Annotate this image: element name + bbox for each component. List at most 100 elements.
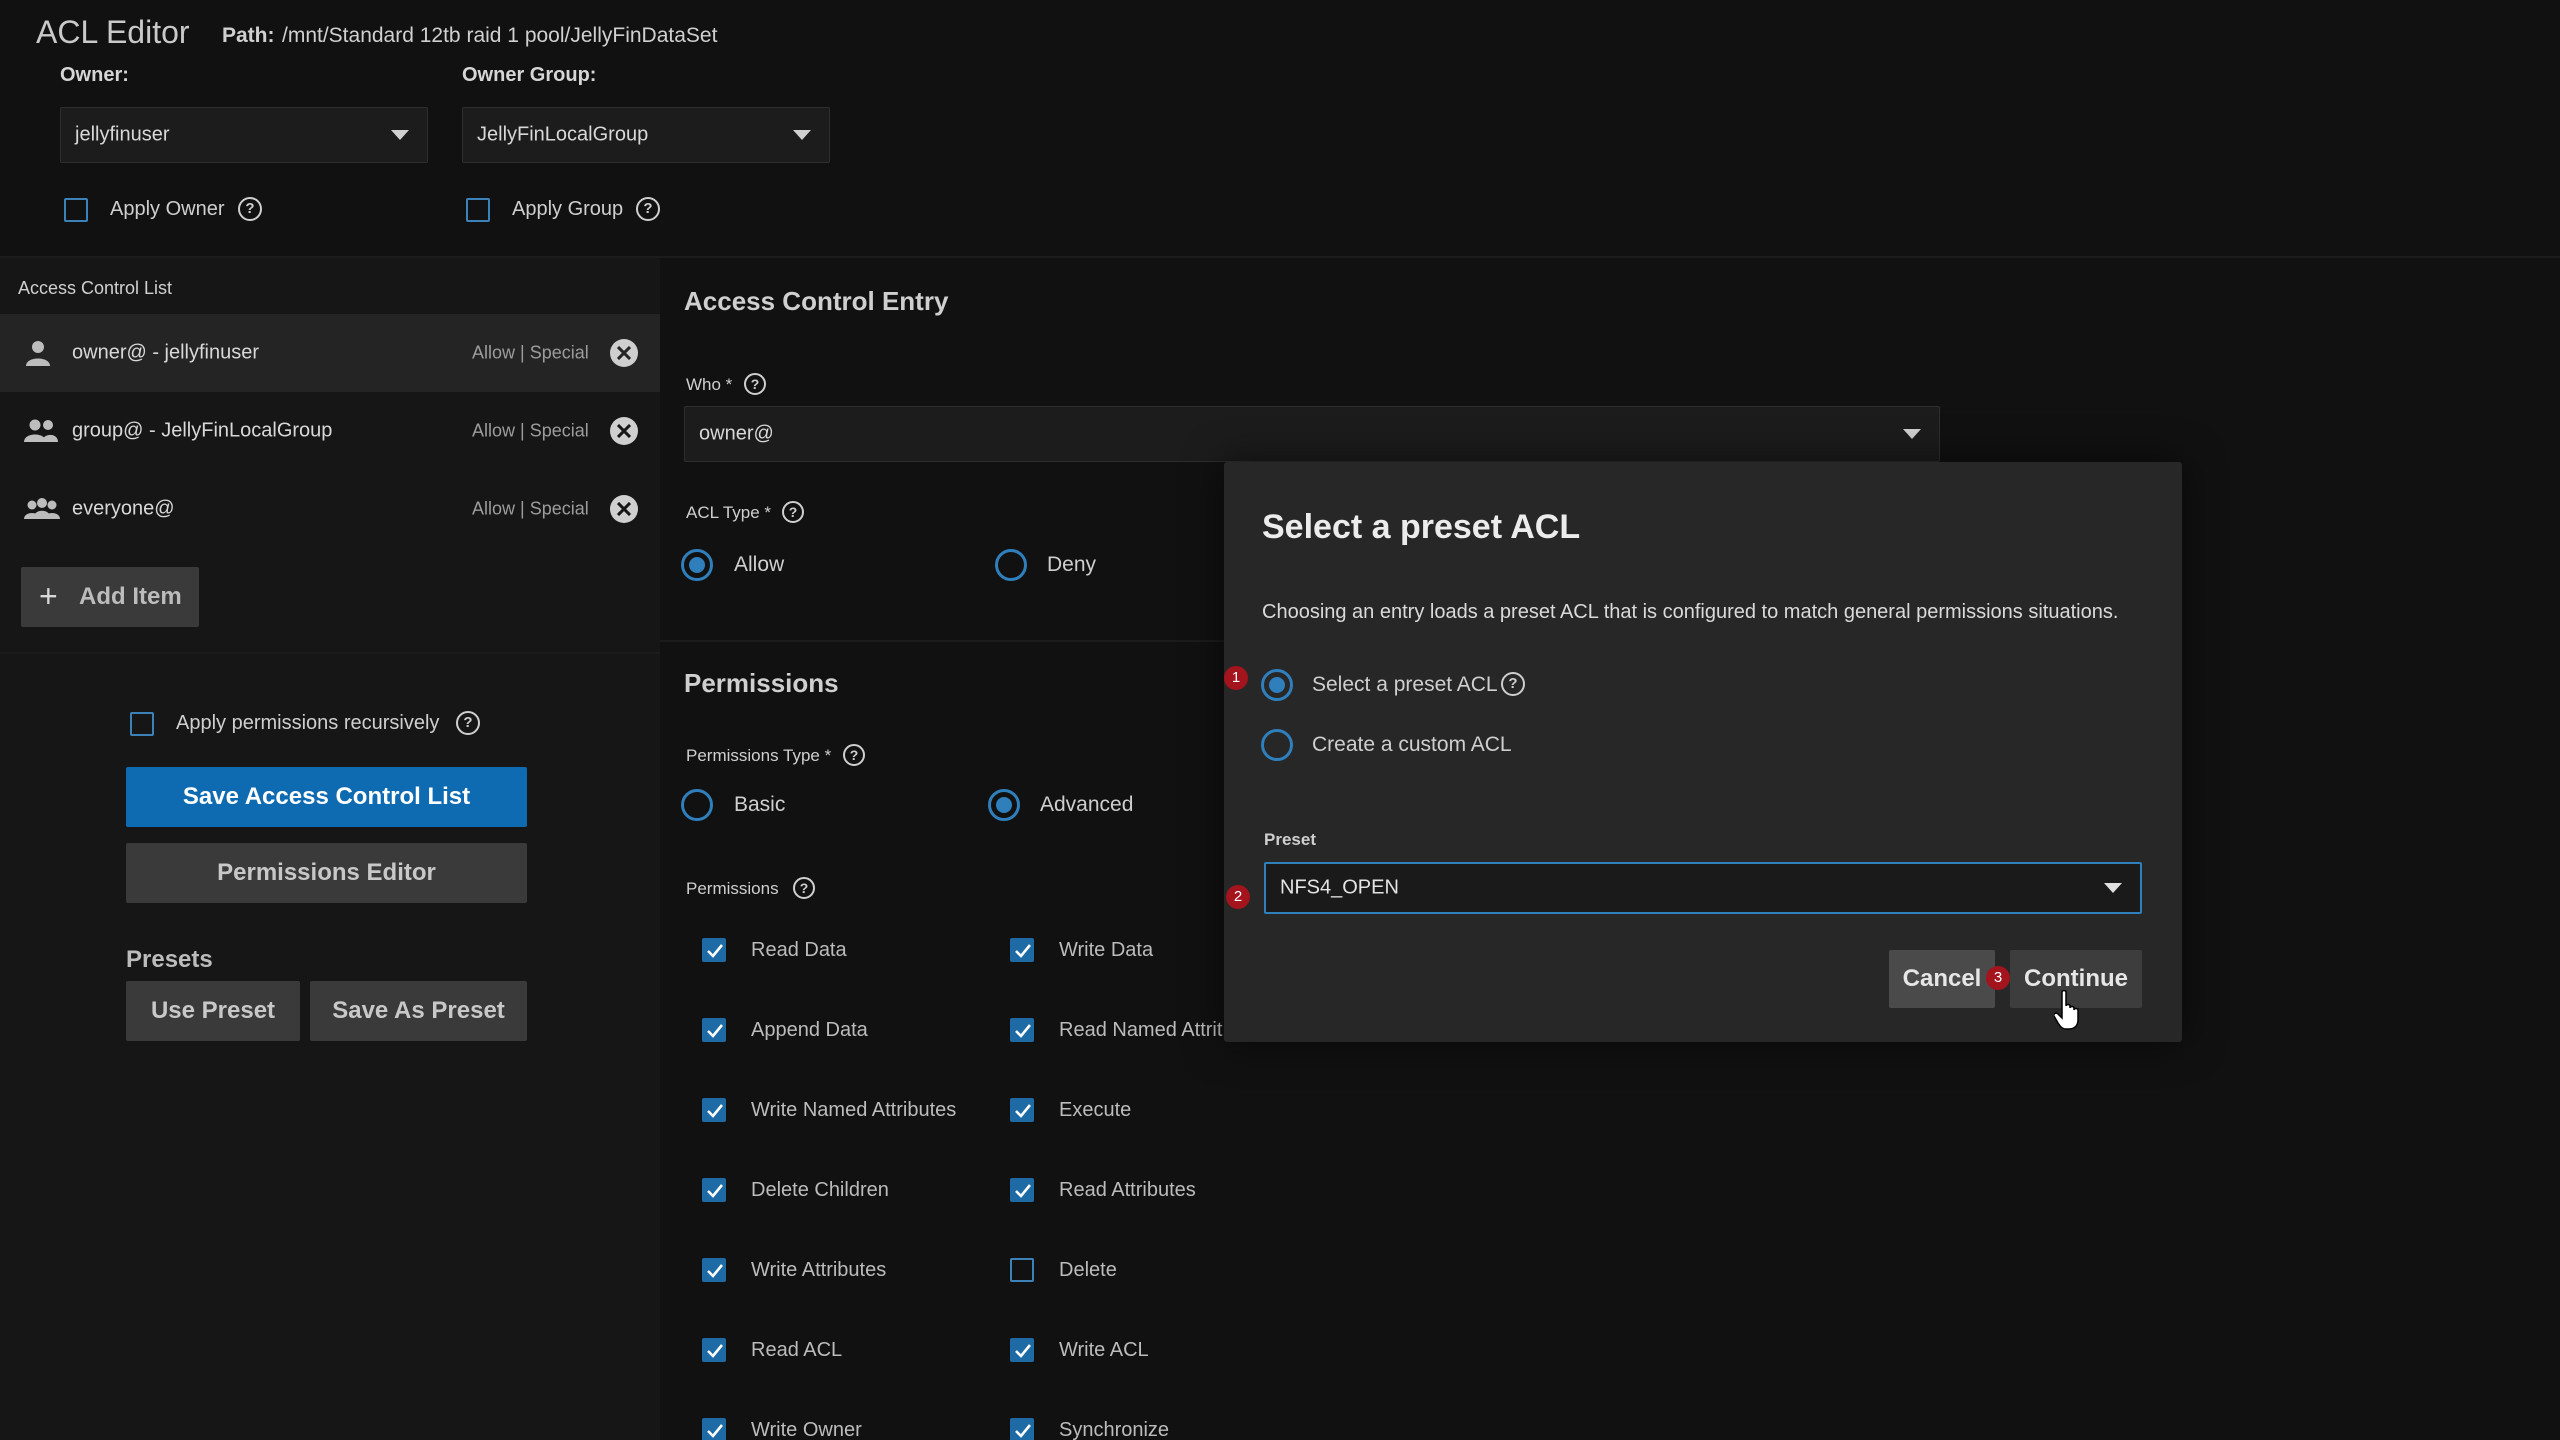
help-icon[interactable]: ?: [238, 197, 262, 221]
cancel-button[interactable]: Cancel: [1889, 950, 1995, 1008]
owner-group-label: Owner Group:: [462, 64, 597, 86]
divider: [0, 652, 660, 654]
permissions-type-basic-label: Basic: [734, 793, 786, 816]
help-icon[interactable]: ?: [1501, 672, 1525, 696]
check-icon: [707, 1344, 724, 1358]
permissions-editor-button[interactable]: Permissions Editor: [126, 843, 527, 903]
ace-title: Access Control Entry: [684, 286, 949, 316]
create-custom-radio[interactable]: [1261, 729, 1293, 761]
permission-checkbox[interactable]: [702, 1338, 726, 1362]
acl-item-name: group@ - JellyFinLocalGroup: [72, 419, 333, 442]
path-label: Path:: [222, 24, 275, 47]
check-icon: [707, 944, 724, 958]
permission-checkbox[interactable]: [702, 1098, 726, 1122]
dropdown-arrow-icon: [793, 130, 811, 140]
permission-label: Write Named Attributes: [751, 1099, 957, 1121]
permission-checkbox[interactable]: [1010, 1018, 1034, 1042]
permission-label: Read Data: [751, 939, 847, 961]
check-icon: [707, 1024, 724, 1038]
acl-item-perm: Allow | Special: [472, 498, 589, 519]
permission-checkbox[interactable]: [1010, 1178, 1034, 1202]
owner-select[interactable]: jellyfinuser: [60, 107, 428, 163]
acl-item-perm: Allow | Special: [472, 342, 589, 363]
help-icon[interactable]: ?: [456, 711, 480, 735]
permissions-type-advanced-radio[interactable]: [988, 789, 1020, 821]
permission-checkbox[interactable]: [1010, 1258, 1034, 1282]
remove-icon[interactable]: [610, 339, 638, 367]
add-item-button[interactable]: + Add Item: [21, 567, 199, 627]
check-icon: [707, 1424, 724, 1438]
check-icon: [707, 1104, 724, 1118]
save-as-preset-button[interactable]: Save As Preset: [310, 981, 527, 1041]
acl-type-deny-label: Deny: [1047, 553, 1097, 576]
apply-owner-checkbox[interactable]: [64, 198, 88, 222]
permission-checkbox[interactable]: [1010, 938, 1034, 962]
acl-type-label: ACL Type *: [686, 503, 772, 522]
group-icon: [24, 418, 58, 444]
acl-list-item[interactable]: everyone@ Allow | Special: [0, 470, 660, 548]
step-badge: 3: [1986, 966, 2010, 990]
select-preset-radio[interactable]: [1261, 669, 1293, 701]
save-acl-button[interactable]: Save Access Control List: [126, 767, 527, 827]
permissions-type-advanced-label: Advanced: [1040, 793, 1134, 816]
acl-type-allow-radio[interactable]: [681, 549, 713, 581]
owner-group-value: JellyFinLocalGroup: [477, 123, 649, 146]
acl-list-item[interactable]: group@ - JellyFinLocalGroup Allow | Spec…: [0, 392, 660, 470]
acl-list-item[interactable]: owner@ - jellyfinuser Allow | Special: [0, 314, 660, 392]
preset-value: NFS4_OPEN: [1280, 876, 1399, 899]
dialog-description: Choosing an entry loads a preset ACL tha…: [1262, 601, 2119, 623]
permission-label: Write Data: [1059, 939, 1154, 961]
remove-icon[interactable]: [610, 417, 638, 445]
permission-checkbox[interactable]: [702, 938, 726, 962]
permissions-title: Permissions: [684, 668, 839, 698]
divider: [0, 256, 2560, 258]
owner-label: Owner:: [60, 64, 129, 86]
permission-label: Read Named Attrit: [1059, 1019, 1223, 1041]
permission-checkbox[interactable]: [702, 1258, 726, 1282]
apply-group-checkbox[interactable]: [466, 198, 490, 222]
apply-group-label: Apply Group: [512, 198, 624, 220]
acl-type-deny-radio[interactable]: [995, 549, 1027, 581]
permission-label: Write ACL: [1059, 1339, 1149, 1361]
permission-checkbox[interactable]: [1010, 1418, 1034, 1440]
hand-cursor-icon: [2054, 990, 2082, 1030]
permission-label: Read Attributes: [1059, 1179, 1196, 1201]
permission-checkbox[interactable]: [1010, 1098, 1034, 1122]
help-icon[interactable]: ?: [793, 877, 815, 899]
check-icon: [1015, 944, 1032, 958]
permission-label: Read ACL: [751, 1339, 843, 1361]
dropdown-arrow-icon: [1903, 429, 1921, 439]
use-preset-button[interactable]: Use Preset: [126, 981, 300, 1041]
everyone-icon: [24, 497, 60, 521]
preset-select[interactable]: NFS4_OPEN: [1264, 862, 2142, 914]
path-value: /mnt/Standard 12tb raid 1 pool/JellyFinD…: [282, 24, 718, 47]
help-icon[interactable]: ?: [744, 373, 766, 395]
permission-label: Delete: [1059, 1259, 1117, 1281]
select-preset-label: Select a preset ACL: [1312, 673, 1498, 696]
step-badge: 2: [1226, 885, 1250, 909]
help-icon[interactable]: ?: [636, 197, 660, 221]
permission-label: Synchronize: [1059, 1419, 1170, 1440]
help-icon[interactable]: ?: [843, 744, 865, 766]
permissions-type-basic-radio[interactable]: [681, 789, 713, 821]
check-icon: [1015, 1104, 1032, 1118]
permission-checkbox[interactable]: [1010, 1338, 1034, 1362]
owner-group-select[interactable]: JellyFinLocalGroup: [462, 107, 830, 163]
permission-checkbox[interactable]: [702, 1018, 726, 1042]
help-icon[interactable]: ?: [782, 501, 804, 523]
remove-icon[interactable]: [610, 495, 638, 523]
check-icon: [1015, 1184, 1032, 1198]
permission-checkbox[interactable]: [702, 1178, 726, 1202]
acl-item-name: everyone@: [72, 497, 175, 520]
plus-icon: +: [39, 578, 58, 614]
who-select[interactable]: owner@: [684, 406, 1940, 462]
owner-value: jellyfinuser: [75, 123, 170, 146]
divider: [660, 640, 1260, 642]
apply-recursive-label: Apply permissions recursively: [176, 712, 440, 734]
check-icon: [1015, 1024, 1032, 1038]
check-icon: [1015, 1344, 1032, 1358]
apply-recursive-checkbox[interactable]: [130, 712, 154, 736]
dropdown-arrow-icon: [391, 130, 409, 140]
permission-checkbox[interactable]: [702, 1418, 726, 1440]
who-label: Who *: [686, 375, 733, 394]
